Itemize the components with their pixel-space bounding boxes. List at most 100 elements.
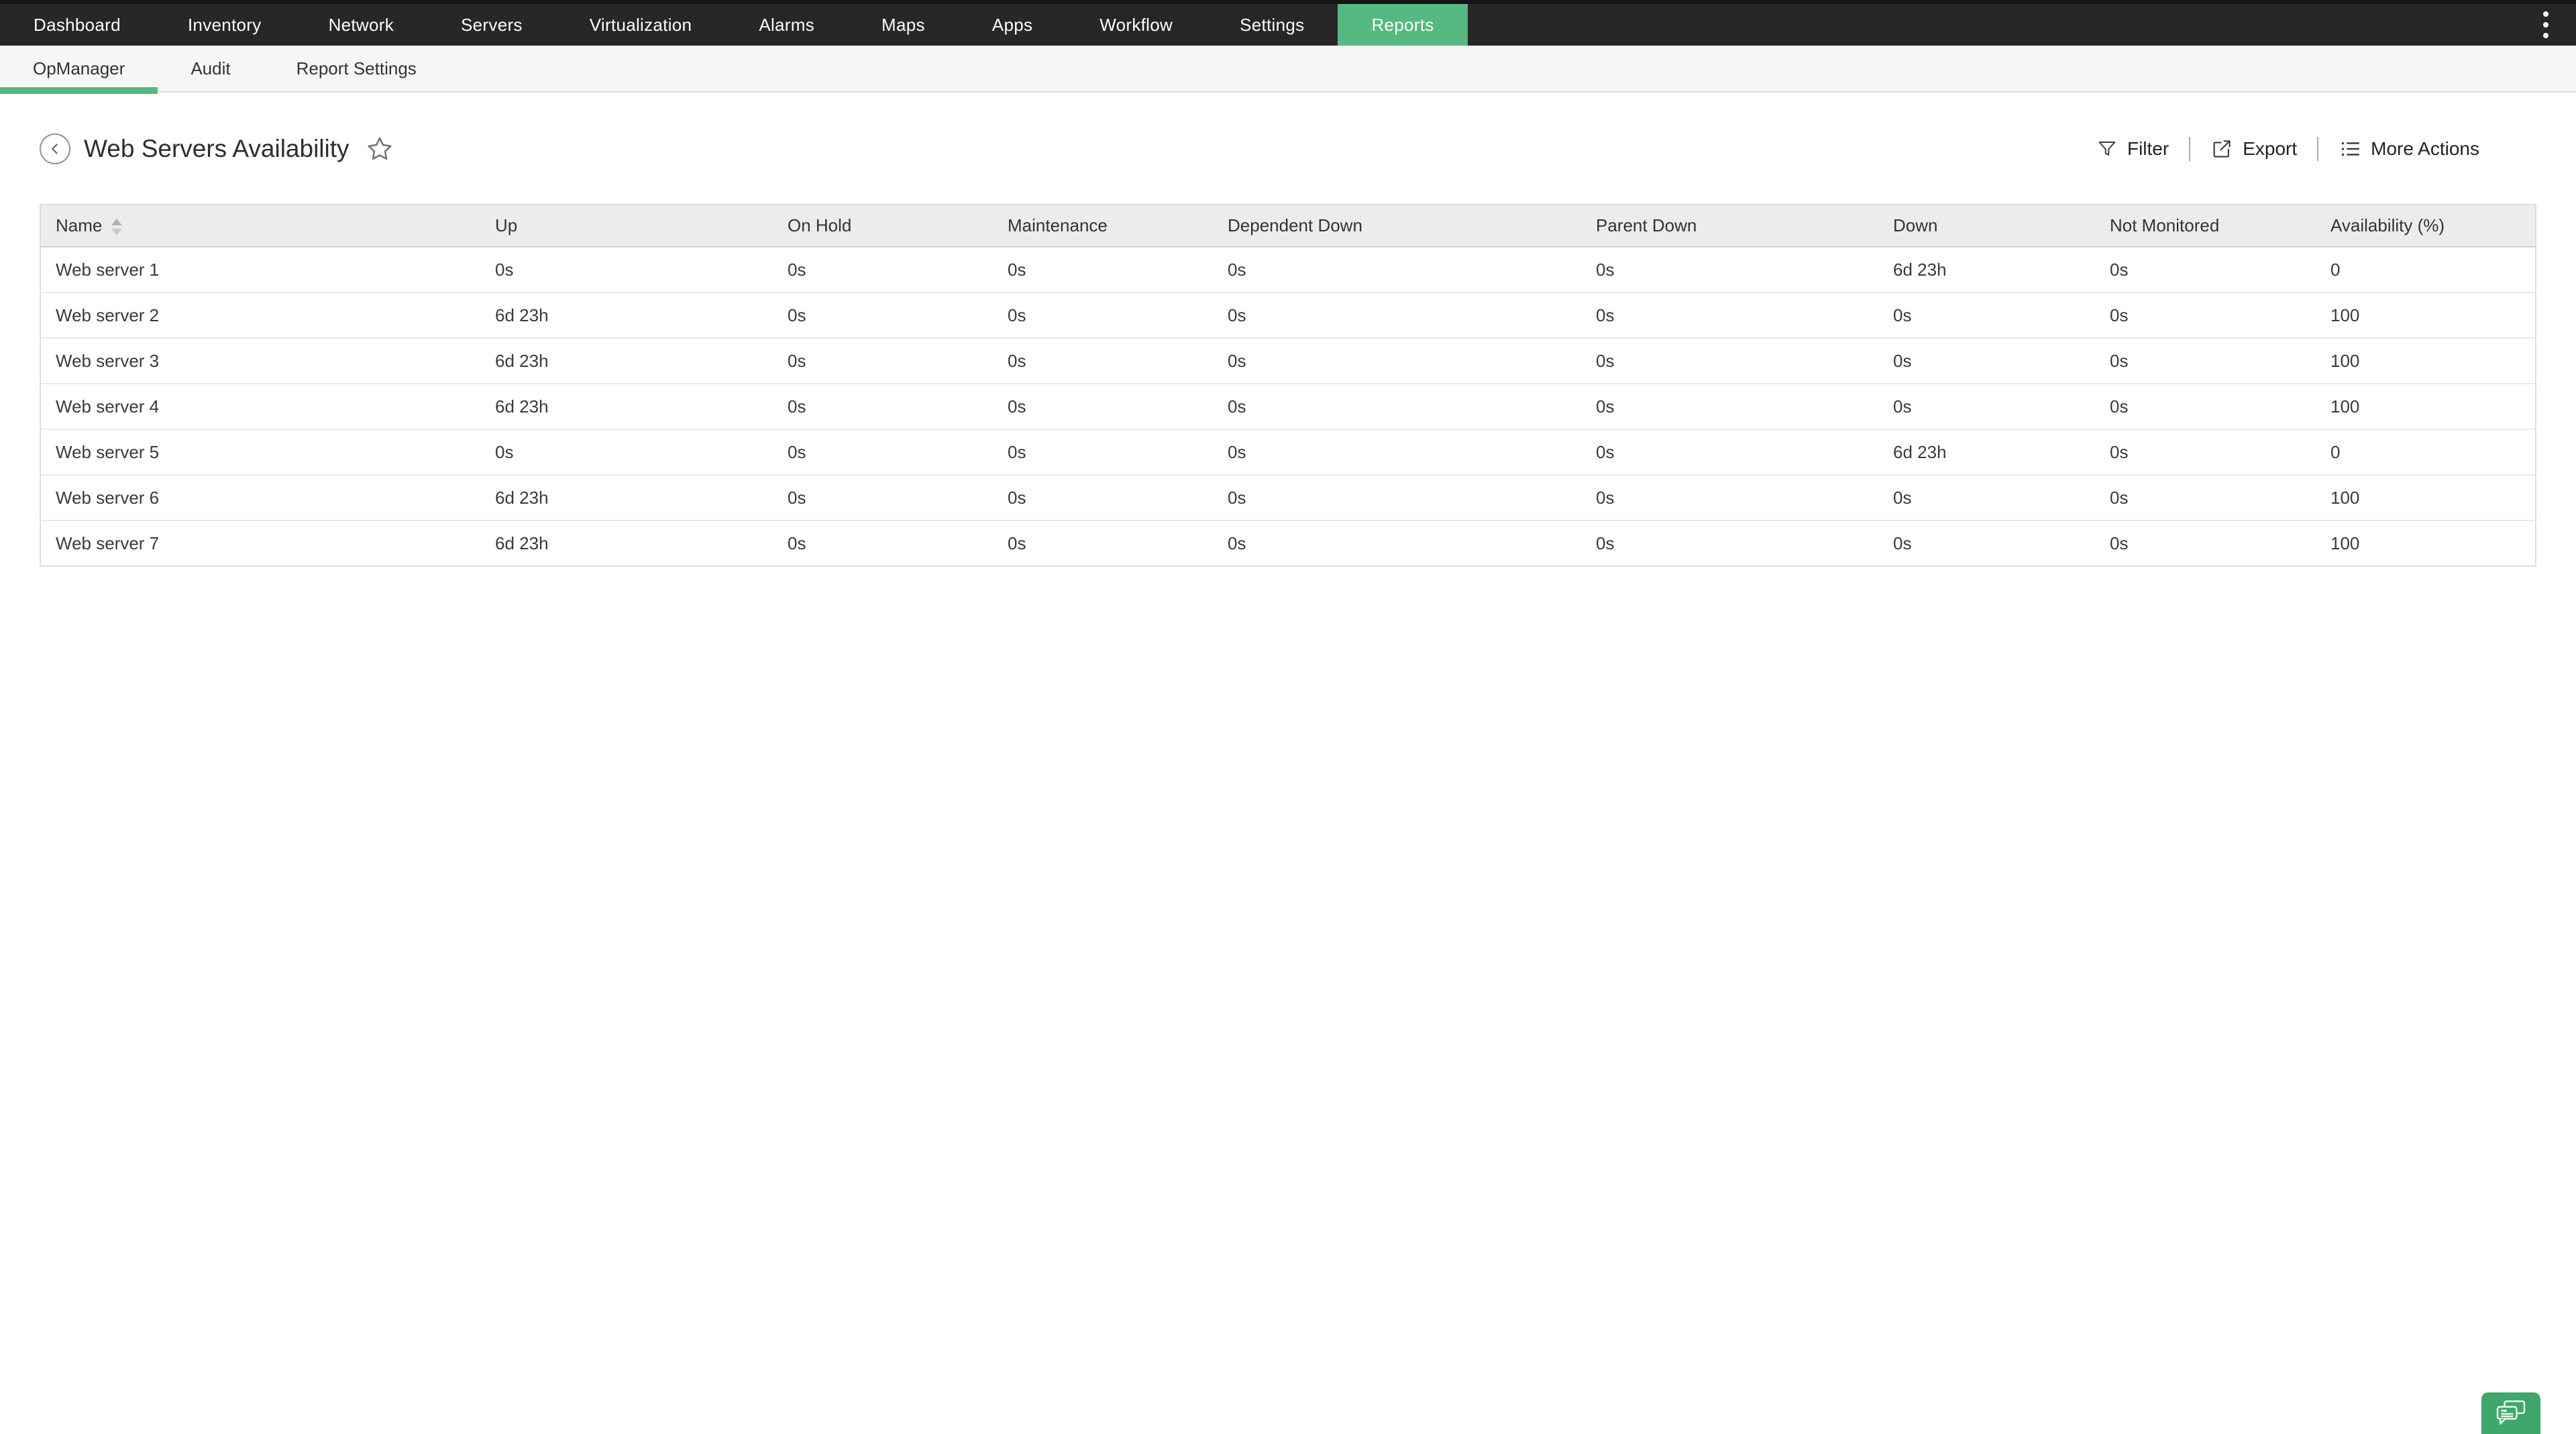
cell-up: 0s [480, 247, 773, 292]
cell-down: 0s [1878, 338, 2095, 384]
cell-dependent-down: 0s [1213, 520, 1581, 566]
nav-item-label: Virtualization [590, 15, 692, 36]
nav-item-label: Alarms [759, 15, 814, 36]
column-header[interactable]: Dependent Down [1213, 205, 1581, 247]
page-header: Web Servers Availability Filter Export M… [40, 117, 2479, 181]
cell-on-hold: 0s [773, 292, 993, 338]
column-header[interactable]: Parent Down [1581, 205, 1878, 247]
cell-dependent-down: 0s [1213, 292, 1581, 338]
nav-item[interactable]: Alarms [725, 4, 848, 46]
cell-down: 0s [1878, 384, 2095, 429]
cell-not-monitored: 0s [2095, 520, 2316, 566]
nav-item-label: Reports [1371, 15, 1434, 36]
column-header-label: Maintenance [1008, 215, 1108, 235]
nav-item[interactable]: Servers [427, 4, 556, 46]
nav-item[interactable]: Maps [848, 4, 959, 46]
favorite-button[interactable] [366, 135, 394, 163]
cell-on-hold: 0s [773, 475, 993, 520]
report-tabbar: OpManager Audit Report Settings [0, 46, 2576, 93]
nav-item-label: Dashboard [34, 15, 121, 36]
table-row[interactable]: Web server 6 6d 23h 0s 0s 0s 0s 0s 0s 10… [40, 475, 2536, 520]
tab-label: OpManager [33, 58, 125, 79]
nav-item[interactable]: Network [295, 4, 427, 46]
cell-down: 6d 23h [1878, 247, 2095, 292]
cell-parent-down: 0s [1581, 429, 1878, 475]
column-header-label: Up [495, 215, 517, 235]
table-row[interactable]: Web server 4 6d 23h 0s 0s 0s 0s 0s 0s 10… [40, 384, 2536, 429]
export-button[interactable]: Export [2210, 137, 2297, 160]
cell-parent-down: 0s [1581, 475, 1878, 520]
more-actions-button[interactable]: More Actions [2339, 137, 2479, 160]
nav-item-label: Settings [1240, 15, 1304, 36]
nav-item-label: Maps [881, 15, 925, 36]
chat-widget-button[interactable] [2481, 1392, 2540, 1434]
back-button[interactable] [40, 133, 70, 164]
nav-item[interactable]: Dashboard [0, 4, 154, 46]
column-header[interactable]: On Hold [773, 205, 993, 247]
table-body: Web server 1 0s 0s 0s 0s 0s 6d 23h 0s 0 … [40, 247, 2536, 566]
nav-items: Dashboard Inventory Network Servers Virt… [0, 4, 1468, 46]
table-row[interactable]: Web server 3 6d 23h 0s 0s 0s 0s 0s 0s 10… [40, 338, 2536, 384]
nav-item[interactable]: Virtualization [556, 4, 726, 46]
cell-dependent-down: 0s [1213, 429, 1581, 475]
column-header-label: Not Monitored [2110, 215, 2219, 235]
column-header[interactable]: Availability (%) [2316, 205, 2536, 247]
nav-item[interactable]: Reports [1338, 4, 1467, 46]
cell-parent-down: 0s [1581, 338, 1878, 384]
cell-dependent-down: 0s [1213, 247, 1581, 292]
cell-maintenance: 0s [993, 338, 1213, 384]
cell-maintenance: 0s [993, 384, 1213, 429]
cell-dependent-down: 0s [1213, 384, 1581, 429]
cell-maintenance: 0s [993, 475, 1213, 520]
tab[interactable]: Report Settings [264, 46, 449, 91]
cell-dependent-down: 0s [1213, 475, 1581, 520]
page-title: Web Servers Availability [84, 135, 350, 163]
cell-availability: 0 [2316, 247, 2536, 292]
cell-dependent-down: 0s [1213, 338, 1581, 384]
tab[interactable]: OpManager [0, 46, 158, 91]
nav-item[interactable]: Workflow [1066, 4, 1206, 46]
nav-overflow-button[interactable] [2516, 4, 2576, 46]
cell-up: 6d 23h [480, 520, 773, 566]
column-header[interactable]: Down [1878, 205, 2095, 247]
cell-name: Web server 4 [40, 384, 480, 429]
nav-item-label: Workflow [1099, 15, 1173, 36]
column-header-label: Parent Down [1596, 215, 1697, 235]
cell-maintenance: 0s [993, 520, 1213, 566]
tab-items: OpManager Audit Report Settings [0, 46, 449, 91]
cell-not-monitored: 0s [2095, 292, 2316, 338]
cell-maintenance: 0s [993, 429, 1213, 475]
tab-label: Report Settings [297, 58, 417, 79]
nav-item-label: Network [329, 15, 394, 36]
cell-on-hold: 0s [773, 247, 993, 292]
cell-not-monitored: 0s [2095, 384, 2316, 429]
cell-maintenance: 0s [993, 247, 1213, 292]
column-header[interactable]: Up [480, 205, 773, 247]
cell-on-hold: 0s [773, 338, 993, 384]
filter-button[interactable]: Filter [2096, 138, 2169, 160]
column-header[interactable]: Name [40, 205, 480, 247]
nav-item[interactable]: Settings [1206, 4, 1338, 46]
cell-up: 6d 23h [480, 338, 773, 384]
cell-down: 0s [1878, 520, 2095, 566]
nav-item[interactable]: Inventory [154, 4, 295, 46]
cell-down: 0s [1878, 475, 2095, 520]
table-row[interactable]: Web server 1 0s 0s 0s 0s 0s 6d 23h 0s 0 [40, 247, 2536, 292]
list-icon [2339, 137, 2361, 160]
column-header[interactable]: Maintenance [993, 205, 1213, 247]
more-actions-label: More Actions [2371, 138, 2479, 160]
table-row[interactable]: Web server 5 0s 0s 0s 0s 0s 6d 23h 0s 0 [40, 429, 2536, 475]
table-row[interactable]: Web server 2 6d 23h 0s 0s 0s 0s 0s 0s 10… [40, 292, 2536, 338]
nav-item-label: Servers [461, 15, 523, 36]
column-header[interactable]: Not Monitored [2095, 205, 2316, 247]
column-header-label: Down [1893, 215, 1937, 235]
cell-up: 6d 23h [480, 475, 773, 520]
funnel-icon [2096, 138, 2118, 160]
column-header-label: Availability (%) [2330, 215, 2445, 235]
cell-up: 0s [480, 429, 773, 475]
tab[interactable]: Audit [158, 46, 263, 91]
nav-item[interactable]: Apps [959, 4, 1066, 46]
cell-parent-down: 0s [1581, 247, 1878, 292]
table-row[interactable]: Web server 7 6d 23h 0s 0s 0s 0s 0s 0s 10… [40, 520, 2536, 566]
cell-availability: 100 [2316, 520, 2536, 566]
